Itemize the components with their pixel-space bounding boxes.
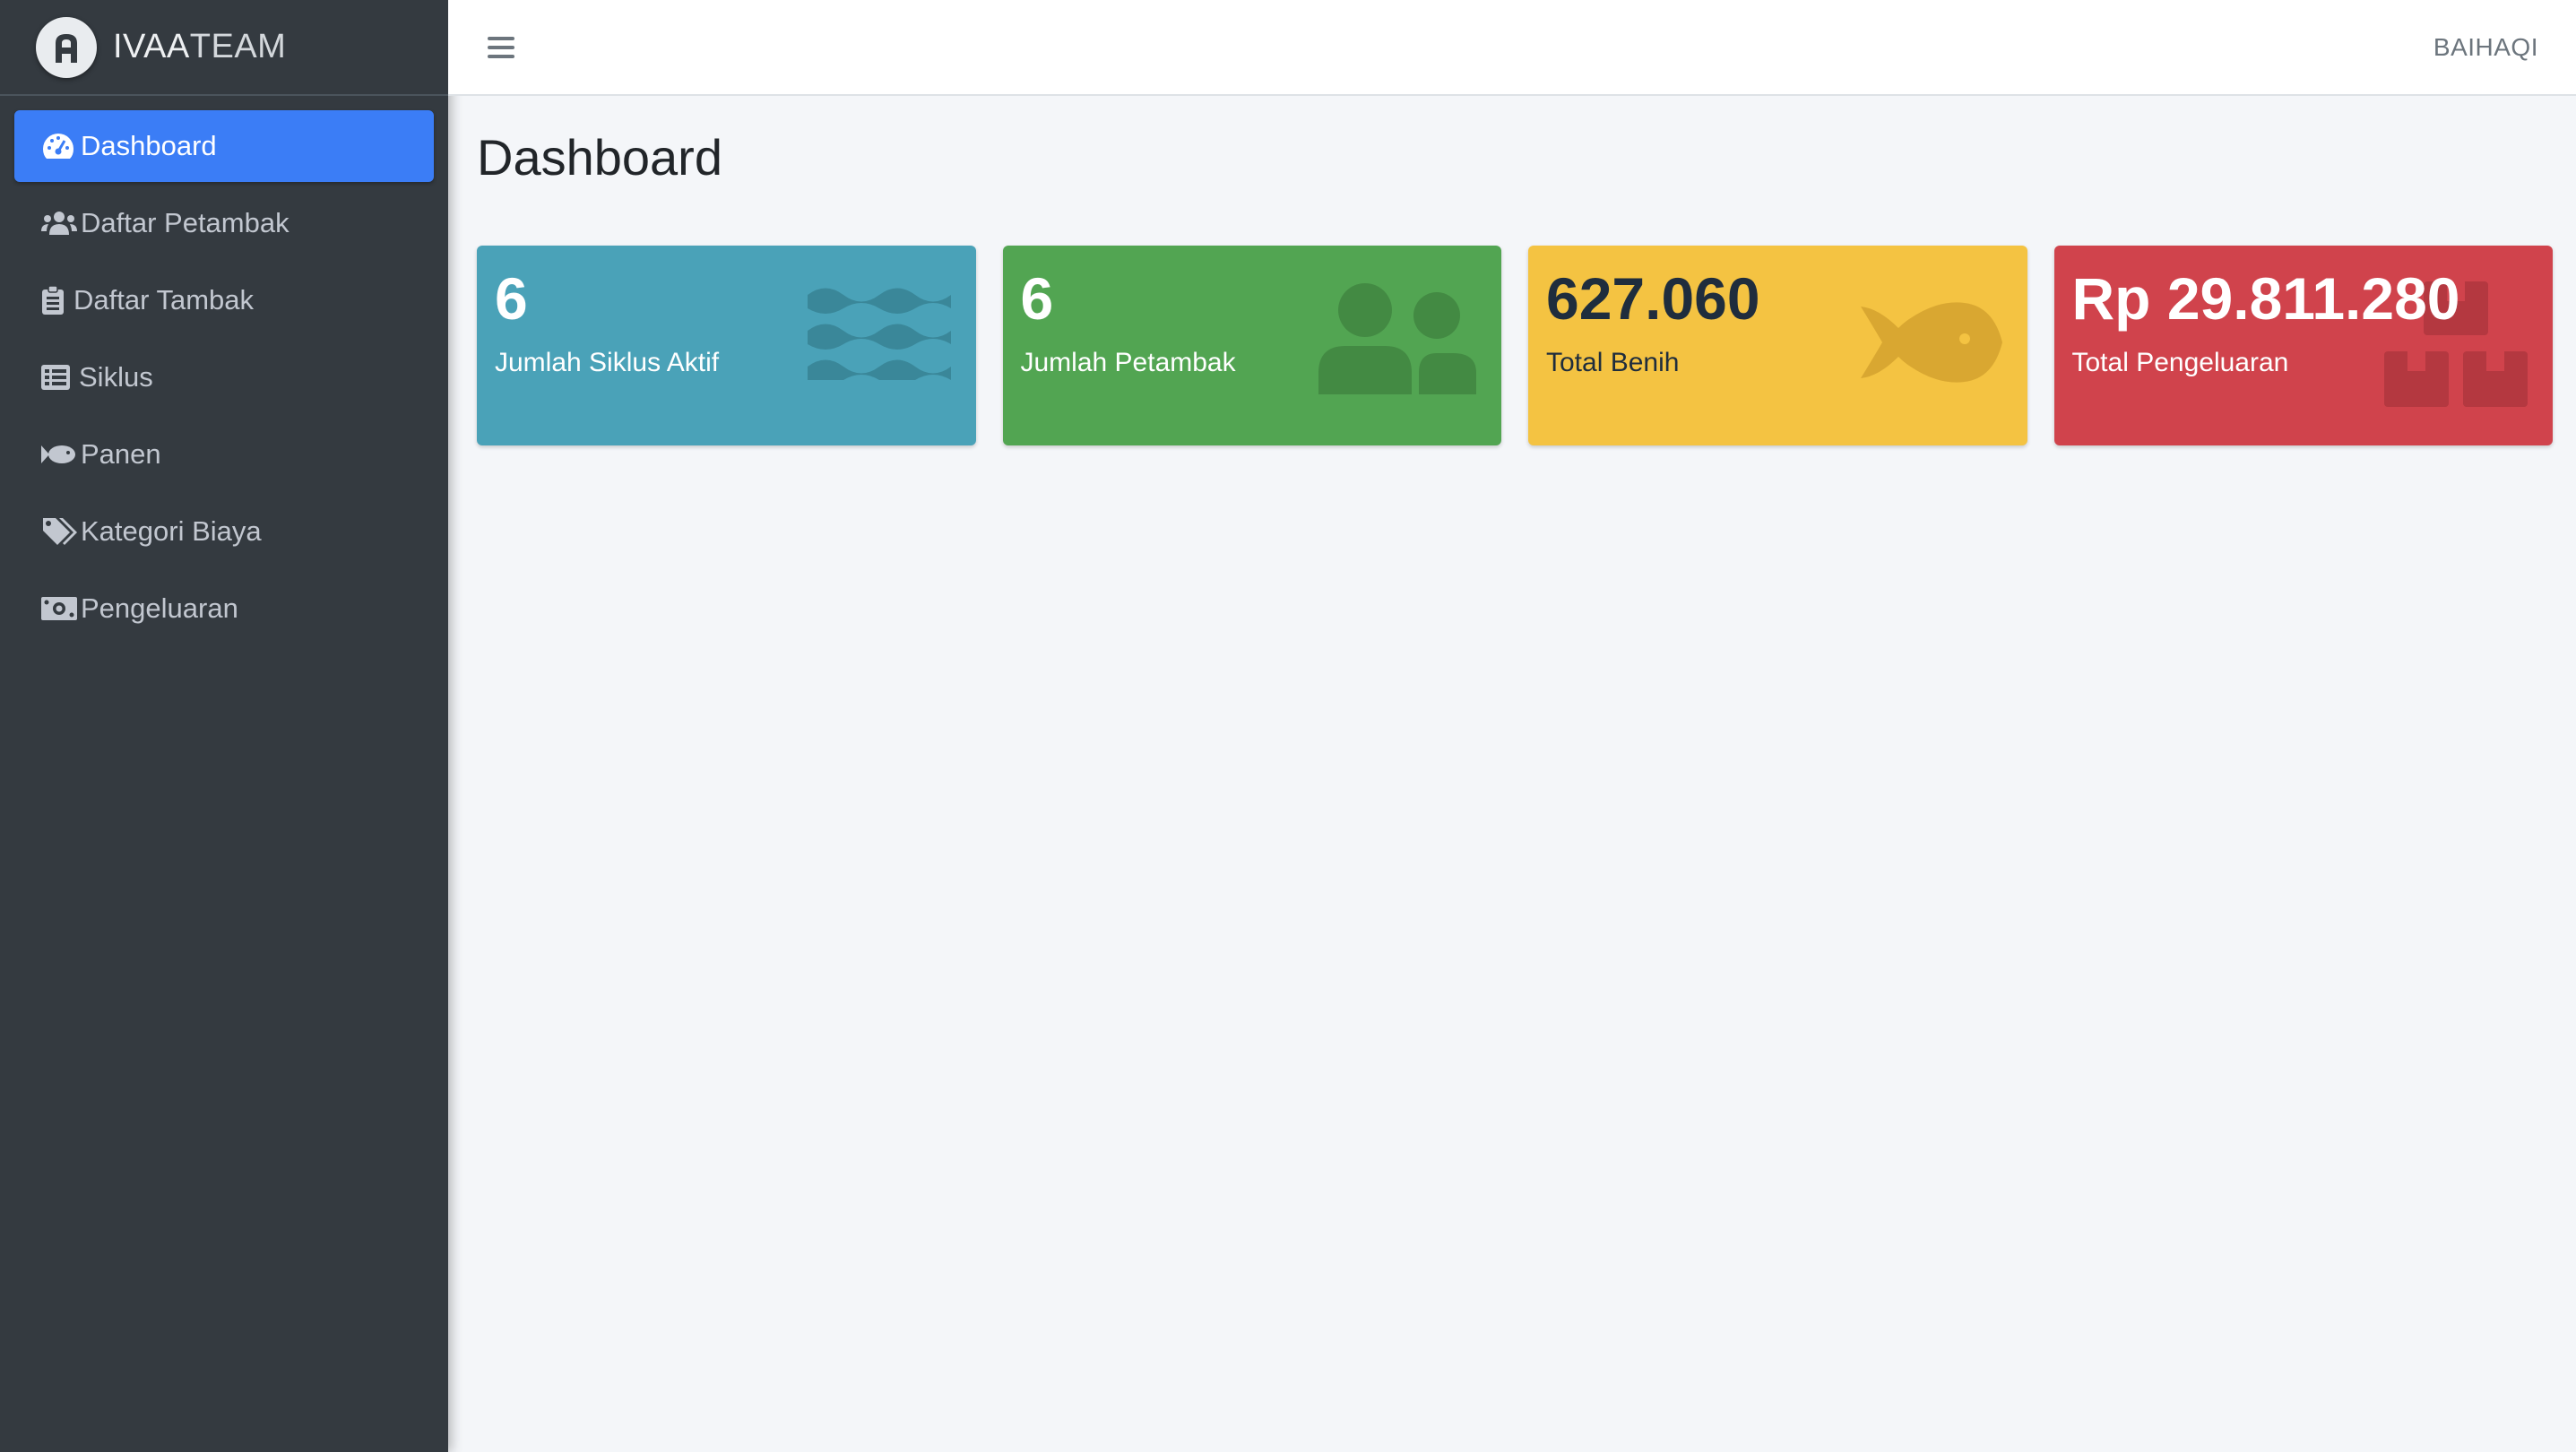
- stat-card-benih[interactable]: 627.060 Total Benih: [1528, 246, 2027, 445]
- sidebar: IVAATEAM Dashboard Daftar Petambak Dafta…: [0, 0, 448, 1452]
- stat-card-siklus-aktif[interactable]: 6 Jumlah Siklus Aktif: [477, 246, 976, 445]
- stat-label: Total Benih: [1546, 347, 1680, 377]
- brand-name: IVAATEAM: [113, 28, 286, 66]
- tags-icon: [41, 514, 77, 549]
- sidebar-item-daftar-petambak[interactable]: Daftar Petambak: [14, 187, 434, 259]
- brand-name-light: TEAM: [189, 28, 287, 65]
- stat-card-pengeluaran[interactable]: Rp 29.811.280 Total Pengeluaran: [2053, 246, 2553, 445]
- page-title: Dashboard: [477, 129, 722, 186]
- sidebar-item-label: Dashboard: [81, 130, 217, 161]
- sidebar-item-label: Pengeluaran: [81, 592, 238, 624]
- gauge-icon: [41, 128, 77, 164]
- sidebar-item-label: Daftar Petambak: [81, 207, 290, 238]
- topbar: BAIHAQI: [448, 0, 2576, 96]
- logo-icon: [56, 33, 77, 63]
- stat-cards: 6 Jumlah Siklus Aktif 6 Jumlah Petambak: [477, 246, 2553, 445]
- users-icon: [41, 205, 77, 241]
- sidebar-item-label: Kategori Biaya: [81, 515, 262, 547]
- main-content: Dashboard 6 Jumlah Siklus Aktif 6 Jumlah…: [477, 96, 2553, 445]
- list-icon: [41, 359, 75, 395]
- stat-label: Total Pengeluaran: [2071, 347, 2289, 377]
- brand-name-bold: IVAA: [113, 28, 190, 65]
- sidebar-nav: Dashboard Daftar Petambak Daftar Tambak …: [0, 96, 448, 664]
- fish-icon: [41, 436, 77, 472]
- stat-value: 627.060: [1546, 265, 1760, 332]
- sidebar-item-label: Daftar Tambak: [73, 284, 255, 315]
- sidebar-item-pengeluaran[interactable]: Pengeluaran: [14, 573, 434, 644]
- money-icon: [41, 591, 77, 627]
- sidebar-item-label: Siklus: [79, 361, 153, 393]
- clipboard-icon: [41, 282, 70, 318]
- brand-logo: [36, 16, 97, 78]
- sidebar-item-siklus[interactable]: Siklus: [14, 341, 434, 413]
- sidebar-item-dashboard[interactable]: Dashboard: [14, 110, 434, 182]
- stat-value: Rp 29.811.280: [2071, 265, 2460, 332]
- brand[interactable]: IVAATEAM: [0, 0, 448, 96]
- sidebar-item-label: Panen: [81, 438, 161, 470]
- stat-value: 6: [495, 265, 528, 332]
- stat-card-petambak[interactable]: 6 Jumlah Petambak: [1002, 246, 1501, 445]
- sidebar-item-kategori-biaya[interactable]: Kategori Biaya: [14, 496, 434, 567]
- sidebar-item-panen[interactable]: Panen: [14, 419, 434, 490]
- user-name[interactable]: BAIHAQI: [2433, 33, 2538, 62]
- stat-label: Jumlah Siklus Aktif: [495, 347, 720, 377]
- stat-label: Jumlah Petambak: [1020, 347, 1236, 377]
- sidebar-item-daftar-tambak[interactable]: Daftar Tambak: [14, 264, 434, 336]
- hamburger-icon[interactable]: [488, 30, 522, 65]
- stat-value: 6: [1020, 265, 1054, 332]
